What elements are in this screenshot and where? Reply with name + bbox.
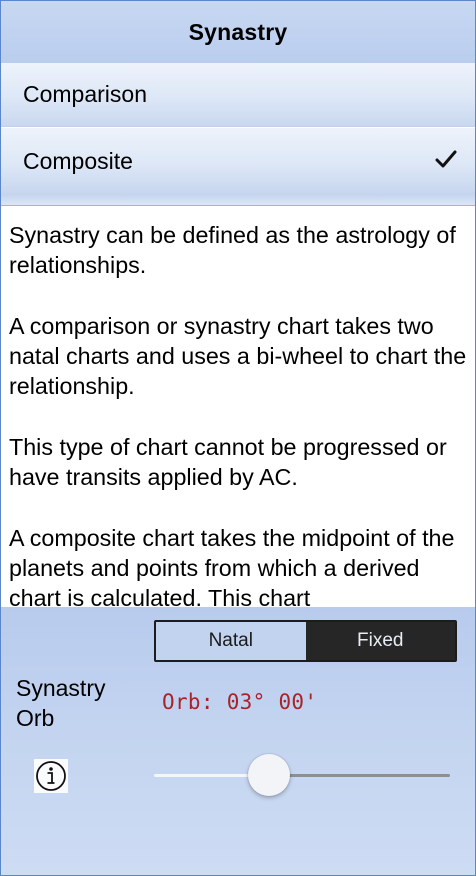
option-composite-label: Composite: [23, 147, 133, 174]
segment-fixed[interactable]: Fixed: [305, 622, 455, 660]
description-paragraph: Synastry can be defined as the astrology…: [9, 222, 456, 278]
synastry-screen: Synastry Comparison Composite Synastry c…: [0, 0, 476, 876]
orb-label-line1: Synastry: [16, 675, 106, 701]
description-paragraph: A composite chart takes the midpoint of …: [9, 525, 455, 610]
description-text[interactable]: Synastry can be defined as the astrology…: [1, 205, 475, 610]
slider-thumb[interactable]: [248, 754, 290, 796]
description-paragraph: This type of chart cannot be progressed …: [9, 434, 447, 490]
option-comparison-label: Comparison: [23, 81, 147, 107]
page-title: Synastry: [188, 18, 288, 45]
description-paragraph: A comparison or synastry chart takes two…: [9, 313, 467, 399]
option-comparison[interactable]: Comparison: [1, 63, 475, 127]
checkmark-icon: [435, 150, 457, 168]
info-circle-icon[interactable]: [34, 759, 68, 793]
option-composite[interactable]: Composite: [1, 128, 475, 205]
orb-type-segmented-control: Natal Fixed: [154, 620, 457, 662]
slider-track-max: [269, 774, 450, 777]
nav-header: Synastry: [1, 1, 475, 63]
orb-value: Orb: 03° 00': [162, 690, 318, 714]
segment-natal[interactable]: Natal: [156, 622, 306, 660]
orb-slider[interactable]: [154, 753, 450, 797]
orb-settings-panel: Natal Fixed Synastry Orb Orb: 03° 00': [1, 607, 475, 875]
orb-label-line2: Orb: [16, 705, 55, 731]
synastry-orb-label: Synastry Orb: [16, 673, 105, 733]
